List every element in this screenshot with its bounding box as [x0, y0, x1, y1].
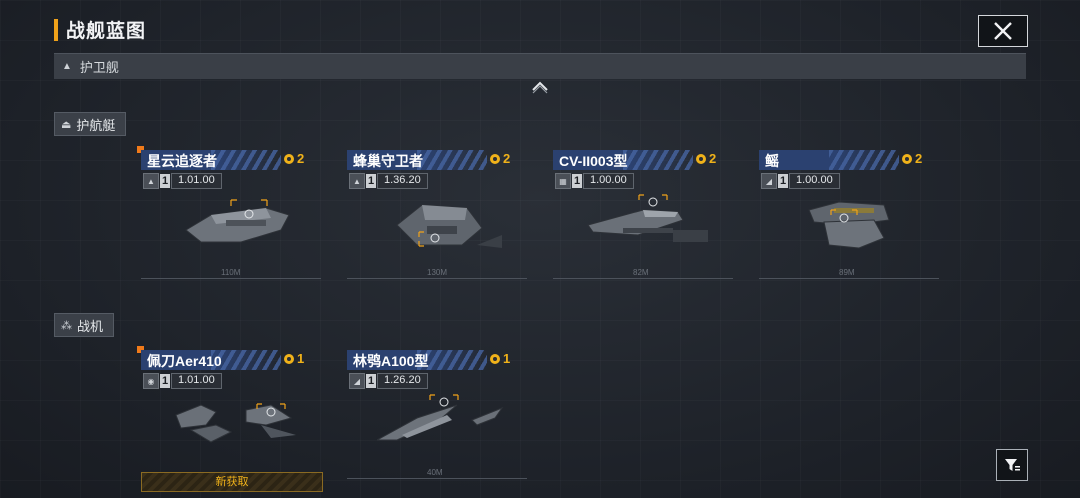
- section-fighters: ⁂ 战机: [54, 313, 115, 337]
- ship-value: 1.01.00: [171, 173, 222, 189]
- new-acquired-badge: 新获取: [141, 472, 323, 492]
- blueprint-icon: [490, 353, 500, 364]
- ship-stats: ▲ 1 1.01.00: [143, 173, 222, 189]
- ship-level: 1: [366, 374, 376, 388]
- blueprint-count: 1: [489, 351, 510, 366]
- blueprint-count: 1: [283, 351, 304, 366]
- ship-name: 星云追逐者: [147, 153, 217, 169]
- filter-icon: [1005, 459, 1020, 471]
- ship-value: 1.36.20: [377, 173, 428, 189]
- ship-class-icon: ◉: [143, 373, 159, 389]
- escort-boat-icon: ⏏: [61, 118, 72, 131]
- ship-level: 1: [160, 374, 170, 388]
- blueprint-icon: [284, 153, 294, 164]
- blueprint-card-hive-guardian[interactable]: 蜂巢守卫者 2 ▲ 1 1.36.20 130M: [347, 150, 527, 290]
- card-baseline: [347, 478, 527, 479]
- ship-dimension: 40M: [427, 468, 443, 477]
- chevron-up-icon[interactable]: [530, 80, 550, 94]
- blueprint-card-sabre-aer410[interactable]: 佩刀Aer410 1 ◉ 1 1.01.00 新获取: [137, 346, 323, 492]
- card-baseline: [759, 278, 939, 279]
- blueprint-card-forest-owl-a100[interactable]: 林鸮A100型 1 ◢ 1 1.26.20 40M: [347, 350, 527, 490]
- page-header: 战舰蓝图: [54, 16, 146, 43]
- card-baseline: [141, 278, 321, 279]
- triangle-up-icon: ▲: [62, 61, 72, 72]
- ship-class-icon: ◢: [761, 173, 777, 189]
- fighter-icon: ⁂: [61, 319, 72, 332]
- card-baseline: [347, 278, 527, 279]
- ship-dimension: 110M: [221, 268, 241, 277]
- blueprint-icon: [284, 353, 294, 364]
- ship-dimension: 130M: [427, 268, 448, 277]
- ship-dimension: 82M: [633, 268, 649, 277]
- ship-name: 林鸮A100型: [353, 353, 429, 369]
- ship-name: 佩刀Aer410: [147, 353, 222, 369]
- blueprint-card-cv-ii003[interactable]: CV-II003型 2 ▦ 1 1.00.00 82M: [553, 150, 733, 290]
- name-bar: [759, 150, 899, 170]
- ship-stats: ◉ 1 1.01.00: [143, 373, 222, 389]
- ship-level: 1: [366, 174, 376, 188]
- filter-button[interactable]: [996, 449, 1028, 481]
- blueprint-icon: [490, 153, 500, 164]
- blueprint-count: 2: [901, 151, 922, 166]
- category-dropdown[interactable]: ▲ 护卫舰: [54, 53, 1026, 79]
- ship-value: 1.01.00: [171, 373, 222, 389]
- blueprint-count: 2: [489, 151, 510, 166]
- ship-forest-owl-a100-image: [377, 394, 504, 441]
- blueprint-card-ray[interactable]: 鳐 2 ◢ 1 1.00.00 89M: [759, 150, 939, 290]
- ship-class-icon: ▲: [143, 173, 159, 189]
- ship-name: 蜂巢守卫者: [353, 153, 423, 169]
- ship-name: CV-II003型: [559, 153, 628, 169]
- card-baseline: [553, 278, 733, 279]
- ship-dimension: 89M: [839, 268, 855, 277]
- close-button[interactable]: [978, 15, 1028, 47]
- blueprint-icon: [902, 153, 912, 164]
- ship-cv-ii003-image: [587, 194, 708, 242]
- ship-class-icon: ◢: [349, 373, 365, 389]
- section-label: 战机: [77, 318, 104, 334]
- blueprint-card-nebula-chaser[interactable]: 星云追逐者 2 ▲ 1 1.01.00 110M: [137, 146, 321, 290]
- ship-stats: ◢ 1 1.00.00: [761, 173, 840, 189]
- ship-stats: ◢ 1 1.26.20: [349, 373, 428, 389]
- section-escort-boats: ⏏ 护航艇: [54, 112, 127, 136]
- ship-sabre-aer410-image: [175, 403, 296, 443]
- section-label: 护航艇: [76, 117, 116, 133]
- ship-stats: ▦ 1 1.00.00: [555, 173, 634, 189]
- blueprint-count: 2: [695, 151, 716, 166]
- ship-class-icon: ▲: [349, 173, 365, 189]
- ship-name: 鳐: [765, 153, 779, 169]
- ship-level: 1: [160, 174, 170, 188]
- blueprint-count: 2: [283, 151, 304, 166]
- ship-hive-guardian-image: [396, 204, 502, 248]
- ship-nebula-chaser-image: [185, 199, 290, 243]
- ship-value: 1.00.00: [789, 173, 840, 189]
- ship-value: 1.00.00: [583, 173, 634, 189]
- title-accent-bar: [54, 18, 58, 41]
- ship-value: 1.26.20: [377, 373, 428, 389]
- blueprint-icon: [696, 153, 706, 164]
- category-label: 护卫舰: [79, 60, 119, 75]
- ship-class-icon: ▦: [555, 173, 571, 189]
- ship-level: 1: [572, 174, 582, 188]
- ship-level: 1: [778, 174, 788, 188]
- close-icon: [994, 22, 1012, 40]
- ship-stats: ▲ 1 1.36.20: [349, 173, 428, 189]
- page-title: 战舰蓝图: [66, 21, 147, 42]
- ship-ray-image: [808, 201, 890, 249]
